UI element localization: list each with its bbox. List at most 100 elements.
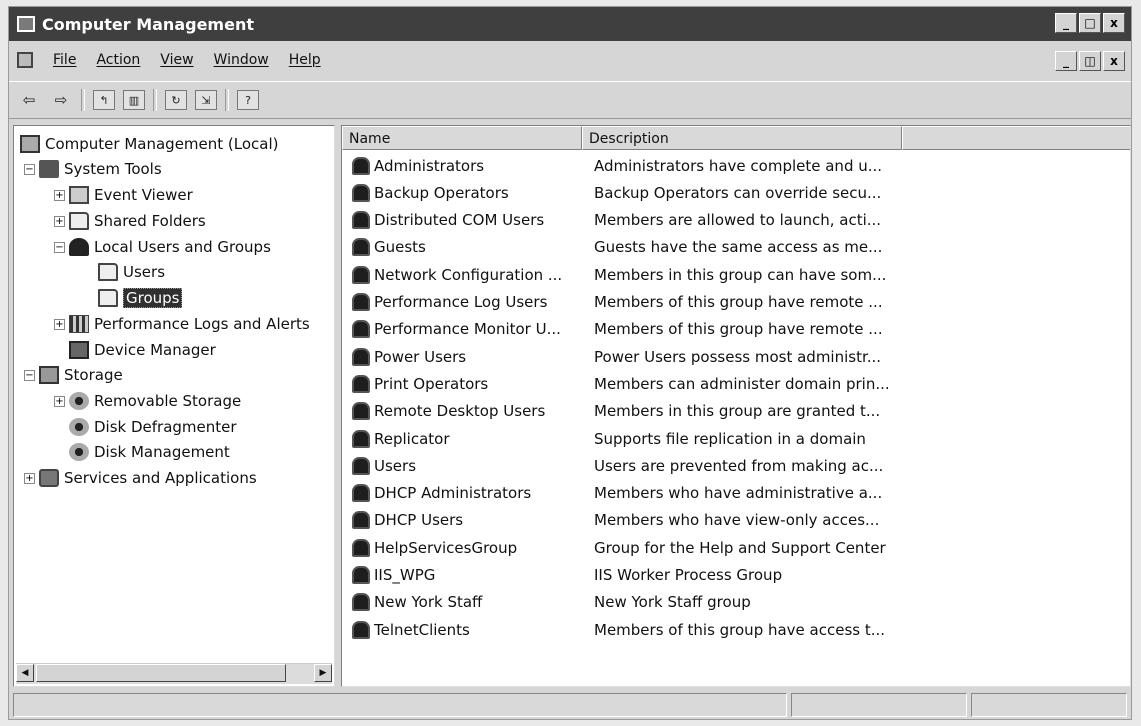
group-name: Performance Monitor U... (374, 320, 561, 339)
list-item[interactable]: DHCP Users Members who have view-only acc… (342, 507, 1130, 534)
list-item[interactable]: Replicator Supports file replication in a… (342, 425, 1130, 452)
tree-label: Event Viewer (94, 186, 193, 204)
tree-label-selected: Groups (123, 288, 183, 308)
child-restore-button[interactable]: ◫ (1079, 51, 1101, 71)
refresh-icon[interactable]: ↻ (165, 90, 187, 110)
tree-item-root[interactable]: Computer Management (Local) (20, 132, 279, 156)
group-description: Supports file replication in a domain (594, 429, 866, 448)
tree-item-storage[interactable]: − Storage (24, 363, 123, 387)
group-icon (352, 374, 370, 393)
performance-logs-icon (69, 315, 89, 333)
title-bar[interactable]: Computer Management _ □ x (9, 7, 1131, 41)
list-item[interactable]: DHCP Administrators Members who have admi… (342, 480, 1130, 507)
group-icon (352, 265, 370, 284)
tree-item-disk-management[interactable]: Disk Management (69, 440, 230, 464)
group-description: Power Users possess most administr... (594, 347, 882, 366)
expand-toggle[interactable]: + (54, 395, 65, 407)
tree-label: Device Manager (94, 341, 216, 359)
close-button[interactable]: x (1103, 13, 1125, 33)
tree-item-removable-storage[interactable]: + Removable Storage (54, 389, 241, 413)
help-icon[interactable]: ? (237, 90, 259, 110)
child-close-button[interactable]: x (1103, 51, 1125, 71)
expand-toggle[interactable]: + (54, 215, 65, 227)
list-item[interactable]: Performance Log Users Members of this gro… (342, 289, 1130, 316)
menu-help[interactable]: Help (289, 52, 321, 68)
horizontal-scrollbar[interactable]: ◀ ▶ (16, 663, 332, 684)
list-item[interactable]: Administrators Administrators have comple… (342, 152, 1130, 179)
group-description: Members who have administrative a... (594, 484, 883, 503)
column-header-description[interactable]: Description (582, 126, 902, 150)
forward-icon[interactable]: ⇨ (49, 89, 73, 111)
maximize-button[interactable]: □ (1079, 13, 1101, 33)
group-icon (352, 566, 370, 584)
services-applications-icon (39, 469, 59, 487)
list-item[interactable]: Remote Desktop Users Members in this grou… (342, 398, 1130, 425)
column-header-name[interactable]: Name (342, 126, 582, 150)
group-description: Backup Operators can override secu... (594, 183, 882, 202)
group-name: TelnetClients (374, 620, 470, 639)
group-description: IIS Worker Process Group (594, 566, 783, 584)
list-item[interactable]: IIS_WPG IIS Worker Process Group (342, 562, 1130, 589)
group-name: DHCP Users (374, 511, 464, 530)
group-description: Members in this group can have som... (594, 265, 887, 284)
list-item[interactable]: HelpServicesGroup Group for the Help and … (342, 534, 1130, 561)
group-name: DHCP Administrators (374, 484, 532, 503)
collapse-toggle[interactable]: − (24, 369, 35, 381)
console-tree: Computer Management (Local) − System Too… (13, 125, 335, 687)
minimize-button[interactable]: _ (1055, 13, 1077, 33)
group-icon (352, 347, 370, 366)
tree-label: Computer Management (Local) (45, 135, 279, 153)
up-icon[interactable]: ↰ (93, 90, 115, 110)
list-item[interactable]: New York Staff New York Staff group (342, 589, 1130, 616)
expand-toggle[interactable]: + (54, 318, 65, 330)
tree-item-users[interactable]: Users (98, 260, 165, 284)
list-item[interactable]: Power Users Power Users possess most admi… (342, 343, 1130, 370)
child-minimize-button[interactable]: _ (1055, 51, 1077, 71)
computer-icon (20, 135, 40, 153)
tree-item-system-tools[interactable]: − System Tools (24, 157, 162, 181)
show-tree-icon[interactable]: ▥ (123, 90, 145, 110)
menu-action[interactable]: Action (96, 52, 140, 68)
tree-item-performance-logs[interactable]: + Performance Logs and Alerts (54, 312, 310, 336)
export-icon[interactable]: ⇲ (195, 90, 217, 110)
expand-toggle[interactable]: + (54, 189, 65, 201)
tree-label: System Tools (64, 160, 162, 178)
collapse-toggle[interactable]: − (54, 241, 65, 253)
group-name: Backup Operators (374, 183, 509, 202)
menu-view[interactable]: View (160, 52, 193, 68)
list-item[interactable]: Print Operators Members can administer do… (342, 370, 1130, 397)
toolbar-separator (81, 89, 85, 111)
list-item[interactable]: Distributed COM Users Members are allowed… (342, 207, 1130, 234)
list-item[interactable]: Network Configuration ... Members in this… (342, 261, 1130, 288)
scroll-right-button[interactable]: ▶ (314, 664, 332, 682)
group-icon (352, 620, 370, 639)
column-header-empty (902, 126, 1130, 150)
tree-item-device-manager[interactable]: Device Manager (69, 338, 216, 362)
tree-item-event-viewer[interactable]: + Event Viewer (54, 183, 193, 207)
tree-item-shared-folders[interactable]: + Shared Folders (54, 209, 206, 233)
list-item[interactable]: Guests Guests have the same access as me.… (342, 234, 1130, 261)
group-icon (352, 183, 370, 202)
menu-window[interactable]: Window (214, 52, 269, 68)
list-item[interactable]: Performance Monitor U... Members of this … (342, 316, 1130, 343)
system-menu-icon[interactable] (17, 52, 33, 68)
tree-item-groups[interactable]: Groups (98, 286, 183, 310)
back-icon[interactable]: ⇦ (17, 89, 41, 111)
group-description: Members can administer domain prin... (594, 374, 890, 393)
scroll-left-button[interactable]: ◀ (16, 664, 34, 682)
group-name: New York Staff (374, 593, 483, 612)
scroll-thumb[interactable] (36, 664, 286, 682)
list-item[interactable]: TelnetClients Members of this group have … (342, 616, 1130, 643)
tree-item-services-and-applications[interactable]: + Services and Applications (24, 466, 257, 490)
collapse-toggle[interactable]: − (24, 163, 35, 175)
list-item[interactable]: Backup Operators Backup Operators can ove… (342, 179, 1130, 206)
menu-file[interactable]: File (53, 52, 76, 68)
tree-item-local-users-and-groups[interactable]: − Local Users and Groups (54, 235, 271, 259)
status-panel (791, 693, 967, 717)
group-icon (352, 156, 370, 175)
tree-item-disk-defragmenter[interactable]: Disk Defragmenter (69, 415, 237, 439)
group-name: HelpServicesGroup (374, 538, 518, 557)
list-item[interactable]: Users Users are prevented from making ac.… (342, 452, 1130, 479)
group-description: Members of this group have access t... (594, 620, 886, 639)
expand-toggle[interactable]: + (24, 472, 35, 484)
